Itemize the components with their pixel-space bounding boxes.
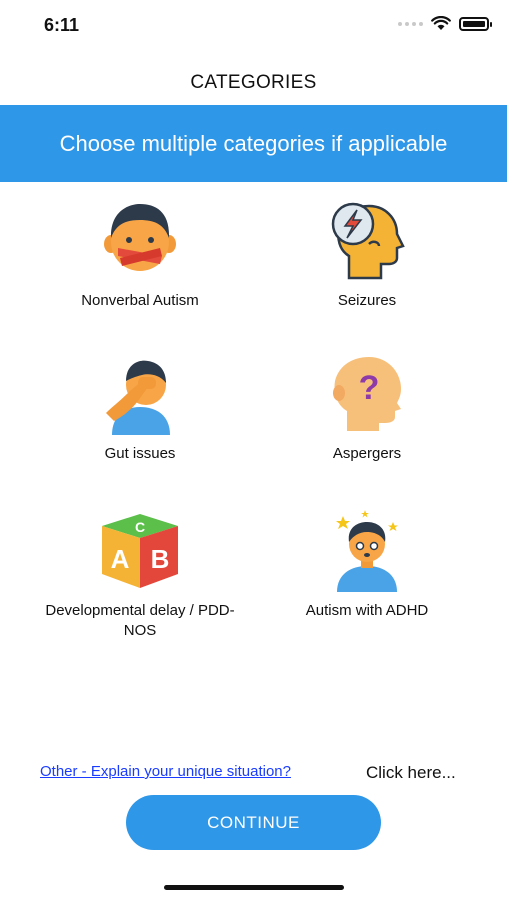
category-nonverbal-autism[interactable]: Nonverbal Autism (30, 195, 250, 311)
status-time: 6:11 (44, 15, 80, 35)
dizzy-person-icon (322, 505, 412, 595)
status-icons (398, 16, 492, 31)
page-title: CATEGORIES (190, 72, 317, 93)
question-head-icon: ? (322, 348, 412, 438)
nonverbal-face-icon (95, 195, 185, 285)
category-label: Developmental delay / PDD-NOS (45, 602, 235, 639)
svg-text:C: C (135, 519, 145, 535)
other-explain-link[interactable]: Other - Explain your unique situation? (40, 763, 291, 780)
signal-icon (398, 21, 423, 26)
category-seizures[interactable]: Seizures (257, 195, 477, 311)
svg-text:B: B (151, 544, 170, 574)
home-indicator (164, 885, 344, 890)
status-bar: 6:11 (0, 0, 507, 52)
continue-button[interactable]: CONTINUE (126, 795, 381, 850)
category-label: Aspergers (332, 445, 402, 462)
category-label: Seizures (337, 292, 397, 309)
svg-text:A: A (111, 544, 130, 574)
category-label: Autism with ADHD (305, 602, 429, 619)
category-label: Nonverbal Autism (81, 292, 199, 309)
category-gut-issues[interactable]: Gut issues (30, 348, 250, 464)
click-here-text[interactable]: Click here... (366, 763, 456, 783)
abc-block-icon: C A B (95, 505, 185, 595)
facepalm-person-icon (95, 348, 185, 438)
instruction-banner: Choose multiple categories if applicable (0, 105, 507, 182)
svg-text:?: ? (359, 369, 380, 407)
battery-icon (459, 16, 492, 31)
category-developmental-delay[interactable]: C A B Developmental delay / PDD-NOS (30, 505, 250, 641)
category-aspergers[interactable]: ? Aspergers (257, 348, 477, 464)
category-label: Gut issues (104, 445, 176, 462)
wifi-icon (431, 16, 451, 30)
seizure-head-icon (322, 195, 412, 285)
category-autism-with-adhd[interactable]: Autism with ADHD (257, 505, 477, 621)
